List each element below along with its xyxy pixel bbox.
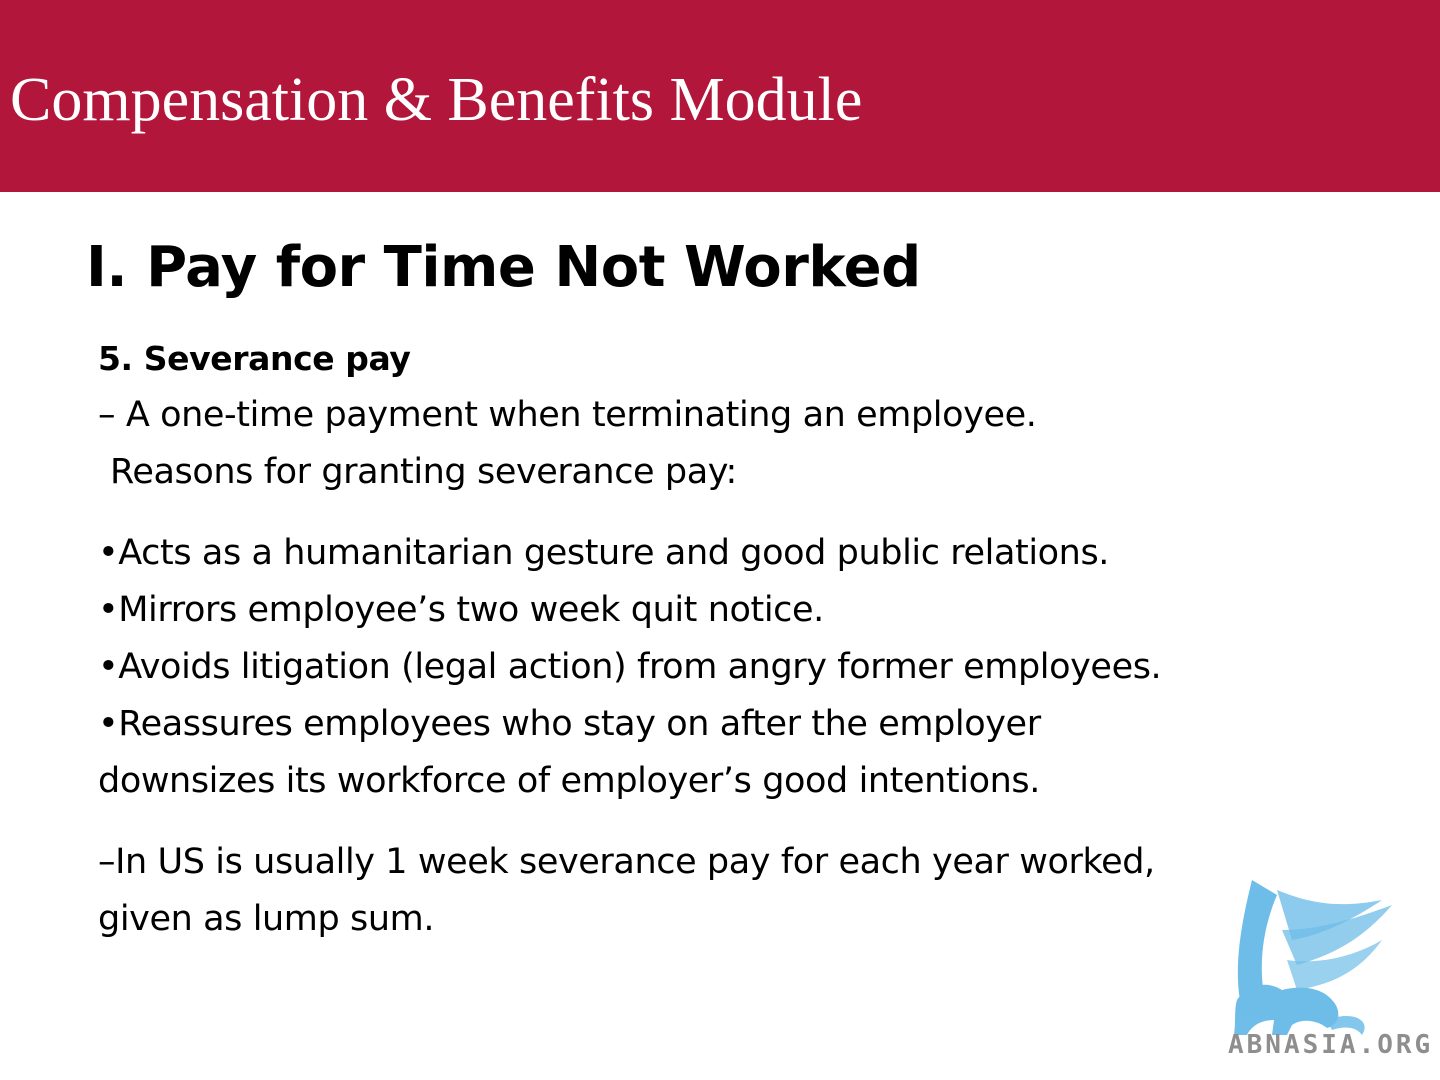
note-line: given as lump sum. xyxy=(98,899,435,939)
bullet-item: •Reassures employees who stay on after t… xyxy=(98,704,1041,744)
bullet-item: •Acts as a humanitarian gesture and good… xyxy=(98,533,1110,573)
slide-body: 5. Severance pay – A one-time payment wh… xyxy=(98,330,1318,948)
watermark-text: ABNASIA.ORG xyxy=(1228,1030,1434,1060)
slide-heading: I. Pay for Time Not Worked xyxy=(86,235,921,300)
reasons-intro: Reasons for granting severance pay: xyxy=(110,452,737,492)
bullet-item-continuation: downsizes its workforce of employer’s go… xyxy=(98,761,1040,801)
note-line: –In US is usually 1 week severance pay f… xyxy=(98,842,1155,882)
reasons-list: •Acts as a humanitarian gesture and good… xyxy=(98,525,1318,810)
us-note: –In US is usually 1 week severance pay f… xyxy=(98,834,1318,948)
definition-text: – A one-time payment when terminating an… xyxy=(98,395,1037,435)
bullet-item: •Avoids litigation (legal action) from a… xyxy=(98,647,1162,687)
header-banner: Compensation & Benefits Module xyxy=(0,0,1440,192)
module-title: Compensation & Benefits Module xyxy=(10,66,863,134)
section-subheading: 5. Severance pay xyxy=(98,339,411,378)
slide: Compensation & Benefits Module I. Pay fo… xyxy=(0,0,1440,1080)
bullet-item: •Mirrors employee’s two week quit notice… xyxy=(98,590,824,630)
